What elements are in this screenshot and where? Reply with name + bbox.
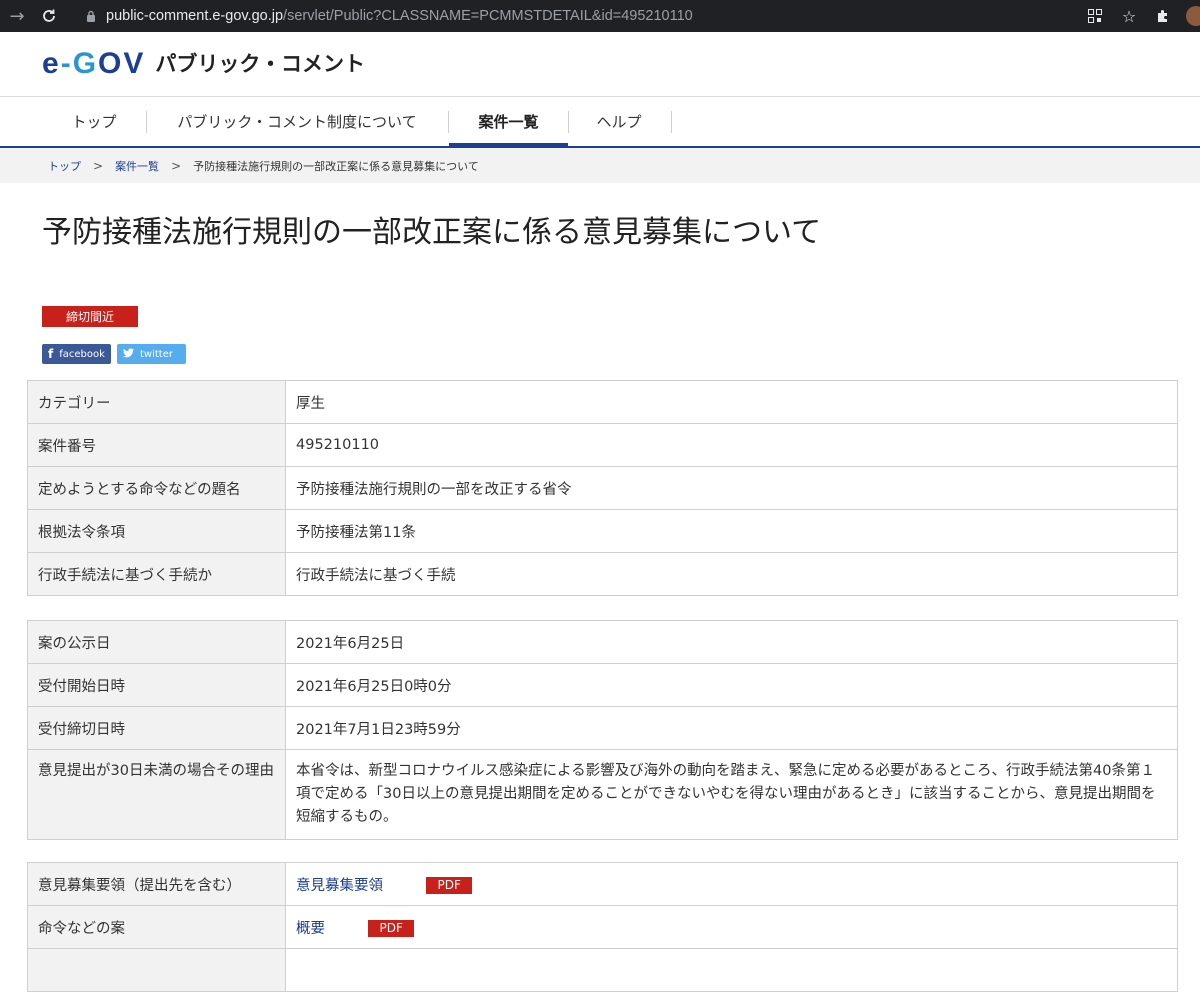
overview-table: カテゴリー 厚生 案件番号 495210110 定めようとする命令などの題名 予… <box>27 380 1178 596</box>
row-label-draft-order: 命令などの案 <box>27 905 286 949</box>
guidelines-link[interactable]: 意見募集要領 <box>296 878 383 894</box>
row-value-order-title: 予防接種法施行規則の一部を改正する省令 <box>285 466 1178 510</box>
table-row: 意見募集要領（提出先を含む） 意見募集要領 PDF <box>27 862 1178 906</box>
row-label-case-number: 案件番号 <box>27 423 286 467</box>
logo-wordmark: e-GOV <box>42 47 146 80</box>
row-label-short-period-reason: 意見提出が30日未満の場合その理由 <box>27 749 286 840</box>
forward-arrow-icon[interactable]: → <box>4 3 30 29</box>
nav-divider <box>146 111 147 133</box>
extensions-puzzle-icon[interactable] <box>1152 5 1174 27</box>
row-value-deadline-datetime: 2021年7月1日23時59分 <box>285 706 1178 750</box>
qr-code-icon[interactable] <box>1084 5 1106 27</box>
table-row: 案の公示日 2021年6月25日 <box>27 620 1178 664</box>
profile-avatar[interactable] <box>1186 6 1200 26</box>
twitter-share-button[interactable]: twitter <box>117 344 186 364</box>
breadcrumb-link-case-list[interactable]: 案件一覧 <box>115 158 159 174</box>
egov-logo[interactable]: e-GOV パブリック・コメント <box>42 47 365 81</box>
row-label-category: カテゴリー <box>27 380 286 424</box>
row-value-empty <box>285 948 1178 992</box>
facebook-share-button[interactable]: f facebook <box>42 344 111 364</box>
table-row: 受付締切日時 2021年7月1日23時59分 <box>27 706 1178 750</box>
row-label-legal-basis: 根拠法令条項 <box>27 509 286 553</box>
reload-icon[interactable] <box>36 3 62 29</box>
row-value-category: 厚生 <box>285 380 1178 424</box>
row-label-procedure: 行政手続法に基づく手続か <box>27 552 286 596</box>
row-value-case-number: 495210110 <box>285 423 1178 467</box>
twitter-bird-icon <box>123 347 134 361</box>
browser-toolbar: → public-comment.e-gov.go.jp/servlet/Pub… <box>0 0 1200 32</box>
breadcrumb-current: 予防接種法施行規則の一部改正案に係る意見募集について <box>193 159 479 173</box>
row-label-start-datetime: 受付開始日時 <box>27 663 286 707</box>
row-label-guidelines: 意見募集要領（提出先を含む） <box>27 862 286 906</box>
row-value-announce-date: 2021年6月25日 <box>285 620 1178 664</box>
site-header: e-GOV パブリック・コメント <box>0 32 1200 96</box>
breadcrumb-link-top[interactable]: トップ <box>48 158 81 174</box>
row-value-legal-basis: 予防接種法第11条 <box>285 509 1178 553</box>
pdf-badge: PDF <box>368 920 415 937</box>
lock-icon <box>87 10 95 22</box>
table-row <box>27 948 1178 992</box>
dates-table: 案の公示日 2021年6月25日 受付開始日時 2021年6月25日0時0分 受… <box>27 620 1178 840</box>
table-row: 受付開始日時 2021年6月25日0時0分 <box>27 663 1178 707</box>
row-value-guidelines: 意見募集要領 PDF <box>285 862 1178 906</box>
address-bar[interactable]: public-comment.e-gov.go.jp/servlet/Publi… <box>80 3 1144 29</box>
global-nav: トップ パブリック・コメント制度について 案件一覧 ヘルプ <box>0 97 1200 147</box>
row-value-procedure: 行政手続法に基づく手続 <box>285 552 1178 596</box>
row-value-start-datetime: 2021年6月25日0時0分 <box>285 663 1178 707</box>
breadcrumb: トップ > 案件一覧 > 予防接種法施行規則の一部改正案に係る意見募集について <box>0 148 1200 183</box>
table-row: 案件番号 495210110 <box>27 423 1178 467</box>
twitter-label: twitter <box>140 348 173 360</box>
facebook-icon: f <box>48 347 54 361</box>
row-label-deadline-datetime: 受付締切日時 <box>27 706 286 750</box>
pdf-badge: PDF <box>426 877 473 894</box>
table-row: 定めようとする命令などの題名 予防接種法施行規則の一部を改正する省令 <box>27 466 1178 510</box>
row-value-short-period-reason: 本省令は、新型コロナウイルス感染症による影響及び海外の動向を踏まえ、緊急に定める… <box>285 749 1178 840</box>
nav-item-about[interactable]: パブリック・コメント制度について <box>148 97 446 145</box>
nav-item-top[interactable]: トップ <box>44 97 144 145</box>
site-name: パブリック・コメント <box>155 52 365 76</box>
table-row: 命令などの案 概要 PDF <box>27 905 1178 949</box>
row-label-empty <box>27 948 286 992</box>
facebook-label: facebook <box>59 348 105 360</box>
bookmark-star-icon[interactable]: ☆ <box>1118 5 1140 27</box>
nav-item-case-list[interactable]: 案件一覧 <box>449 97 568 147</box>
table-row: 根拠法令条項 予防接種法第11条 <box>27 509 1178 553</box>
row-label-announce-date: 案の公示日 <box>27 620 286 664</box>
status-badge: 締切間近 <box>42 306 138 327</box>
summary-link[interactable]: 概要 <box>296 921 325 937</box>
breadcrumb-separator: > <box>93 158 104 173</box>
nav-divider <box>671 111 672 133</box>
table-row: 意見提出が30日未満の場合その理由 本省令は、新型コロナウイルス感染症による影響… <box>27 749 1178 840</box>
table-row: 行政手続法に基づく手続か 行政手続法に基づく手続 <box>27 552 1178 596</box>
url-text: public-comment.e-gov.go.jp/servlet/Publi… <box>106 8 693 24</box>
page-title: 予防接種法施行規則の一部改正案に係る意見募集について <box>42 215 822 250</box>
row-value-draft-order: 概要 PDF <box>285 905 1178 949</box>
breadcrumb-separator: > <box>171 158 182 173</box>
row-label-order-title: 定めようとする命令などの題名 <box>27 466 286 510</box>
nav-item-help[interactable]: ヘルプ <box>569 97 669 145</box>
documents-table: 意見募集要領（提出先を含む） 意見募集要領 PDF 命令などの案 概要 PDF <box>27 862 1178 992</box>
table-row: カテゴリー 厚生 <box>27 380 1178 424</box>
